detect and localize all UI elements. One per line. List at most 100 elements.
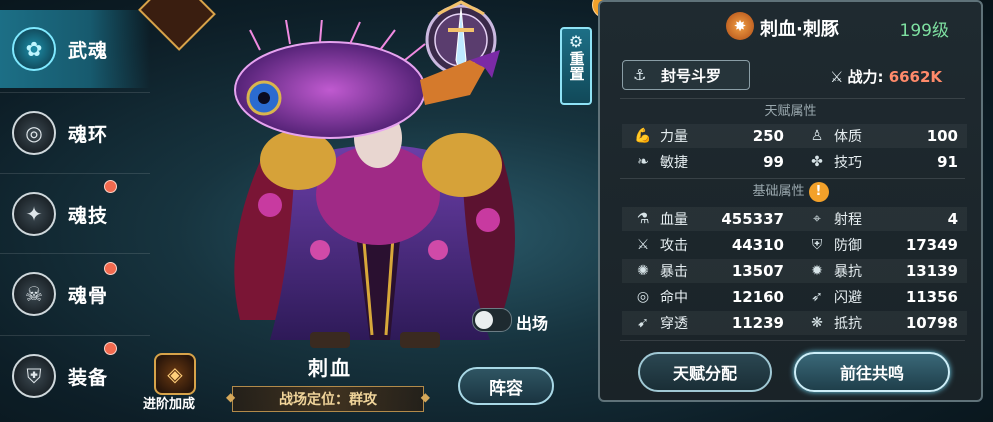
stat-technique: ✤ 技巧 91 bbox=[808, 150, 958, 174]
talent-allocate-label: 天赋分配 bbox=[672, 364, 737, 383]
stat-value: 10798 bbox=[905, 314, 958, 332]
dodge-icon: ➶ bbox=[811, 289, 823, 305]
nav-label: 魂环 bbox=[68, 123, 109, 146]
shield-icon: ⛨ bbox=[811, 237, 823, 253]
divider bbox=[0, 253, 150, 254]
nav-item-wuhun[interactable]: ✿ 武魂 bbox=[0, 10, 150, 88]
crossed-swords-icon: ⚔ bbox=[830, 68, 844, 86]
talent-section-title: 天赋属性 bbox=[764, 104, 817, 119]
reset-label: 重置 bbox=[567, 51, 586, 81]
nav-label: 装备 bbox=[68, 366, 109, 389]
divider bbox=[0, 173, 150, 174]
advance-bonus-icon[interactable]: ◈ bbox=[154, 353, 196, 395]
title-badge[interactable]: ⚓ 封号斗罗 bbox=[622, 60, 750, 90]
side-nav: ✿ 武魂 ◎ 魂环 ✦ 魂技 ☠ 魂骨 ⛨ 装备 bbox=[0, 0, 150, 422]
deploy-toggle[interactable] bbox=[472, 308, 512, 332]
sprout-icon: ✿ bbox=[12, 27, 56, 71]
talent-allocate-button[interactable]: 天赋分配 bbox=[638, 352, 772, 392]
shield-equip-icon: ⛨ bbox=[12, 354, 56, 398]
stat-value: 13507 bbox=[731, 262, 784, 280]
stat-name: 射程 bbox=[834, 212, 862, 228]
notification-dot bbox=[104, 262, 117, 275]
nav-item-zhuangbei[interactable]: ⛨ 装备 bbox=[0, 337, 150, 415]
stat-value: 44310 bbox=[731, 236, 784, 254]
crosshair-icon: ⌖ bbox=[813, 211, 821, 227]
reset-button[interactable]: ⚙ 重置 bbox=[560, 27, 592, 105]
crit-resist-icon: ✹ bbox=[811, 263, 823, 279]
stat-resist: ❋ 抵抗 10798 bbox=[808, 311, 958, 335]
stat-agility: ❧ 敏捷 99 bbox=[634, 150, 784, 174]
nav-label: 魂技 bbox=[68, 204, 109, 227]
pierce-icon: ➹ bbox=[637, 315, 649, 331]
role-label: 战场定位：群攻 bbox=[279, 392, 377, 408]
stat-crit: ✺ 暴击 13507 bbox=[634, 259, 784, 283]
stat-pierce: ➹ 穿透 11239 bbox=[634, 311, 784, 335]
stat-value: 250 bbox=[752, 127, 784, 145]
stat-value: 13139 bbox=[905, 262, 958, 280]
character-name: 刺血 bbox=[308, 356, 352, 380]
lineup-label: 阵容 bbox=[489, 378, 523, 399]
lineup-button[interactable]: 阵容 bbox=[458, 367, 554, 405]
anchor-icon: ⚓ bbox=[633, 66, 647, 84]
stat-name: 暴击 bbox=[660, 264, 688, 280]
stat-value: 11356 bbox=[905, 288, 958, 306]
hit-icon: ◎ bbox=[636, 289, 650, 305]
nav-label: 武魂 bbox=[68, 39, 109, 62]
spirit-type-icon: ✸ bbox=[726, 12, 754, 40]
stat-name: 血量 bbox=[660, 212, 688, 228]
technique-icon: ✤ bbox=[811, 154, 823, 170]
stat-constitution: ♙ 体质 100 bbox=[808, 124, 958, 148]
feather-icon: ❧ bbox=[637, 154, 649, 170]
notification-dot bbox=[104, 342, 117, 355]
divider bbox=[0, 92, 150, 93]
info-icon[interactable]: ! bbox=[808, 181, 829, 202]
stat-value: 455337 bbox=[721, 210, 784, 228]
advance-bonus-label: 进阶加成 bbox=[143, 397, 196, 412]
stat-value: 91 bbox=[937, 153, 958, 171]
stat-hit: ◎ 命中 12160 bbox=[634, 285, 784, 309]
toggle-knob bbox=[475, 311, 493, 329]
stat-name: 穿透 bbox=[660, 316, 688, 332]
notification-dot bbox=[104, 180, 117, 193]
stat-name: 体质 bbox=[834, 129, 862, 145]
stat-name: 技巧 bbox=[834, 155, 862, 171]
power-value: 6662K bbox=[888, 68, 943, 86]
crit-icon: ✺ bbox=[637, 263, 649, 279]
combat-power: ⚔ 战力: 6662K bbox=[830, 66, 942, 87]
bone-icon: ☠ bbox=[12, 272, 56, 316]
body-icon: ♙ bbox=[810, 128, 824, 144]
stat-name: 力量 bbox=[660, 129, 688, 145]
spirit-name: 刺血·刺豚 bbox=[760, 19, 839, 40]
go-resonance-label: 前往共鸣 bbox=[839, 364, 904, 383]
power-label: 战力: bbox=[847, 68, 884, 86]
stat-value: 17349 bbox=[905, 236, 958, 254]
go-resonance-button[interactable]: 前往共鸣 bbox=[794, 352, 950, 392]
stat-strength: 💪 力量 250 bbox=[634, 124, 784, 148]
reset-icon: ⚙ bbox=[568, 32, 584, 51]
potion-icon: ⚗ bbox=[636, 211, 650, 227]
stat-range: ⌖ 射程 4 bbox=[808, 207, 958, 231]
character-model[interactable] bbox=[200, 20, 580, 360]
nav-item-hunji[interactable]: ✦ 魂技 bbox=[0, 175, 150, 253]
arm-icon: 💪 bbox=[634, 128, 652, 144]
divider bbox=[620, 340, 965, 341]
stat-value: 12160 bbox=[731, 288, 784, 306]
stat-value: 4 bbox=[947, 210, 958, 228]
title-label: 封号斗罗 bbox=[661, 66, 722, 85]
stat-value: 100 bbox=[926, 127, 958, 145]
panel-header: ✸ 刺血·刺豚 199级 bbox=[600, 10, 981, 44]
stat-name: 暴抗 bbox=[834, 264, 862, 280]
divider bbox=[620, 178, 965, 179]
stat-value: 99 bbox=[763, 153, 784, 171]
attribute-panel: ✸ 刺血·刺豚 199级 ⚓ 封号斗罗 ⚔ 战力: 6662K 天赋属性 💪 力量… bbox=[598, 0, 983, 402]
stat-value: 11239 bbox=[731, 314, 784, 332]
nav-item-hungu[interactable]: ☠ 魂骨 bbox=[0, 255, 150, 333]
stat-name: 防御 bbox=[834, 238, 862, 254]
stat-defense: ⛨ 防御 17349 bbox=[808, 233, 958, 257]
base-section-label: 基础属性 bbox=[752, 184, 805, 199]
stat-hp: ⚗ 血量 455337 bbox=[634, 207, 784, 231]
stat-attack: ⚔ 攻击 44310 bbox=[634, 233, 784, 257]
base-section-title: 基础属性! bbox=[600, 180, 981, 202]
nav-item-hunhuan[interactable]: ◎ 魂环 bbox=[0, 94, 150, 172]
role-position-bar: 战场定位：群攻 bbox=[226, 386, 430, 412]
